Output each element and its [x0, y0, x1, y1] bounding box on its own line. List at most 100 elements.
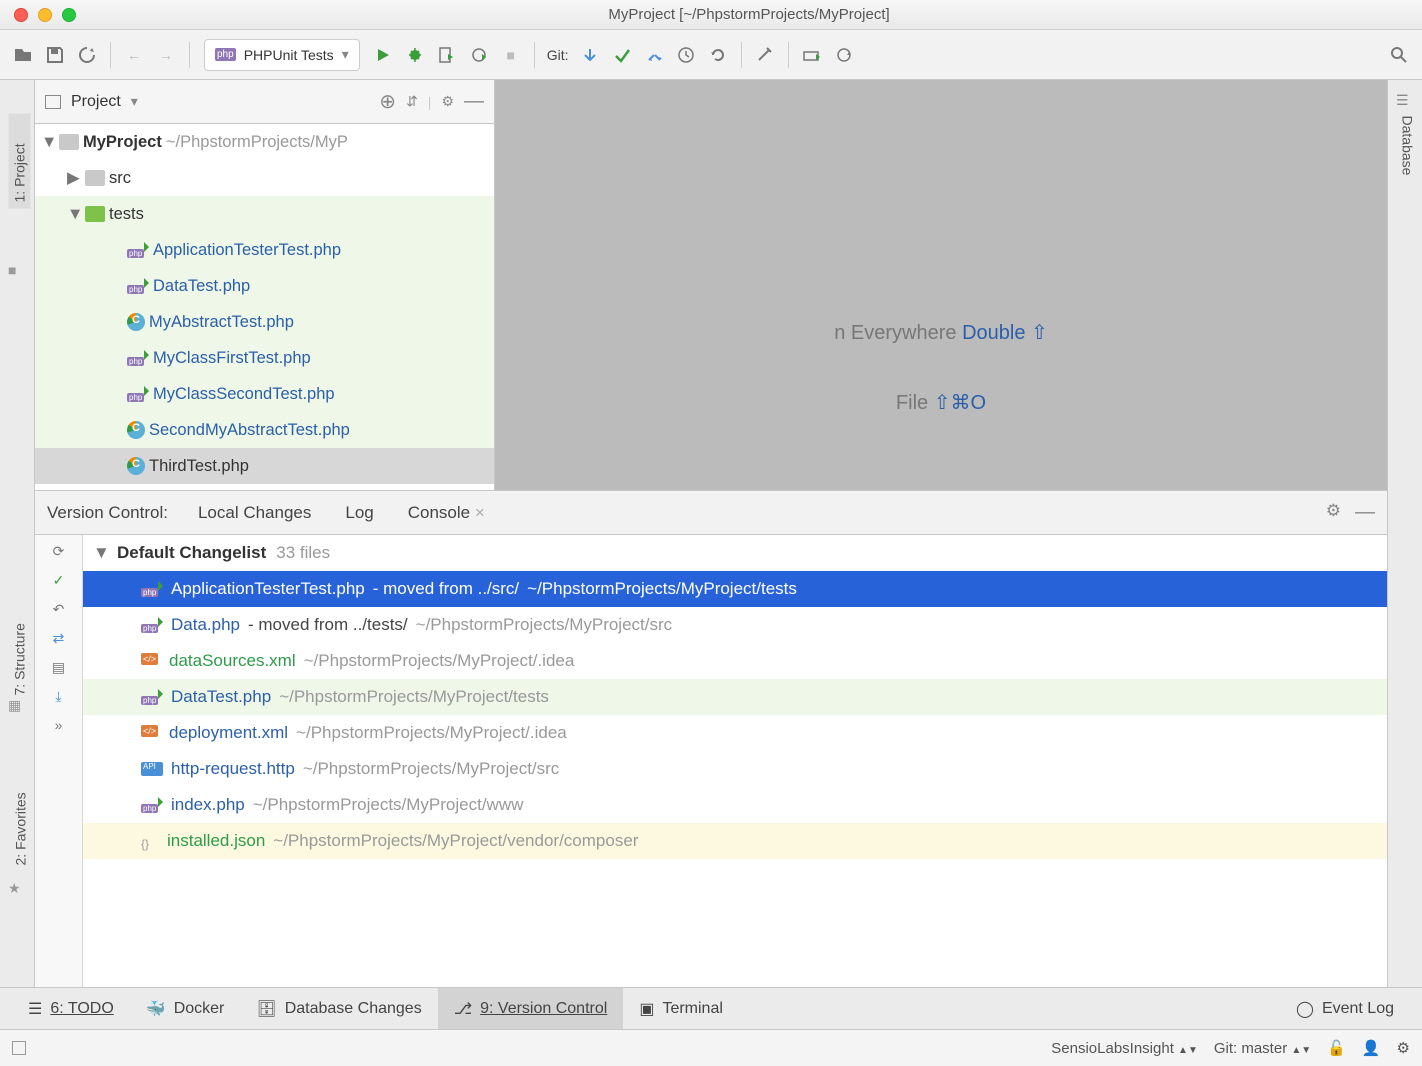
back-button[interactable]: ←	[119, 40, 149, 70]
tree-file[interactable]: MyClassFirstTest.php	[35, 340, 494, 376]
file-path: ~/PhpstormProjects/MyProject/.idea	[296, 723, 567, 743]
tab-local-changes[interactable]: Local Changes	[194, 495, 315, 531]
php-file-icon	[141, 689, 163, 705]
forward-button[interactable]: →	[151, 40, 181, 70]
folder-icon: ■	[8, 262, 16, 278]
php-file-icon	[141, 581, 163, 597]
class-icon	[127, 457, 145, 475]
maximize-window-button[interactable]	[62, 8, 76, 22]
reload-browser-button[interactable]	[829, 40, 859, 70]
gear-icon[interactable]: ⚙	[1326, 501, 1341, 524]
tab-event-log[interactable]: ◯Event Log	[1280, 988, 1410, 1029]
close-icon[interactable]: ×	[475, 503, 485, 522]
version-control-panel: Version Control: Local Changes Log Conso…	[35, 490, 1387, 987]
close-window-button[interactable]	[14, 8, 28, 22]
tree-file[interactable]: MyClassSecondTest.php	[35, 376, 494, 412]
changelist-icon[interactable]: ▤	[52, 659, 65, 676]
dropdown-icon[interactable]: ▾	[131, 93, 138, 110]
locate-button[interactable]: ⊕	[379, 89, 396, 114]
file-name: DataTest.php	[171, 687, 271, 707]
tree-root[interactable]: ▼ MyProject ~/PhpstormProjects/MyP	[35, 124, 494, 160]
tab-docker[interactable]: 🐳Docker	[130, 988, 241, 1029]
changelist-row[interactable]: Data.php - moved from ../tests/ ~/Phpsto…	[83, 607, 1387, 643]
tree-file[interactable]: ApplicationTesterTest.php	[35, 232, 494, 268]
profile-button[interactable]	[464, 40, 494, 70]
project-tool-tab[interactable]: 1: Project	[9, 114, 31, 209]
tree-file[interactable]: SecondMyAbstractTest.php	[35, 412, 494, 448]
structure-tool-tab[interactable]: 7: Structure	[12, 581, 28, 696]
tree-tests-folder[interactable]: ▼ tests	[35, 196, 494, 232]
file-path: ~/PhpstormProjects/MyProject/src	[416, 615, 673, 635]
compare-icon[interactable]: ⇄	[53, 630, 65, 647]
settings-icon[interactable]: ⚙	[1397, 1039, 1410, 1057]
more-icon[interactable]: »	[55, 717, 63, 733]
project-panel-title: Project	[71, 93, 121, 111]
debug-button[interactable]	[400, 40, 430, 70]
tree-file[interactable]: DataTest.php	[35, 268, 494, 304]
changelist-name: Default Changelist	[117, 543, 266, 563]
save-button[interactable]	[40, 40, 70, 70]
search-button[interactable]	[1384, 40, 1414, 70]
hide-panel-button[interactable]: —	[464, 90, 484, 113]
collapse-button[interactable]: ⇵	[406, 93, 418, 110]
tab-log[interactable]: Log	[341, 495, 377, 531]
tab-terminal[interactable]: ▣Terminal	[623, 988, 739, 1029]
git-label: Git:	[547, 47, 569, 63]
changelist-row[interactable]: installed.json ~/PhpstormProjects/MyProj…	[83, 823, 1387, 859]
git-revert-button[interactable]	[703, 40, 733, 70]
revert-icon[interactable]: ↶	[53, 601, 65, 618]
git-commit-button[interactable]	[607, 40, 637, 70]
git-history-button[interactable]	[671, 40, 701, 70]
git-compare-button[interactable]	[639, 40, 669, 70]
inspector-icon[interactable]: 👤	[1362, 1039, 1381, 1057]
changelist-row[interactable]: index.php ~/PhpstormProjects/MyProject/w…	[83, 787, 1387, 823]
settings-button[interactable]	[750, 40, 780, 70]
changelist-count: 33 files	[276, 543, 330, 563]
refresh-icon[interactable]: ⟳	[53, 543, 65, 560]
git-branch-widget[interactable]: Git: master ▲▼	[1214, 1040, 1311, 1057]
commit-icon[interactable]: ✓	[53, 572, 65, 589]
file-path: ~/PhpstormProjects/MyProject/www	[253, 795, 524, 815]
php-file-icon	[127, 386, 149, 402]
tab-todo[interactable]: ☰6: TODO	[12, 988, 130, 1029]
status-icon[interactable]	[12, 1041, 26, 1055]
run-button[interactable]	[368, 40, 398, 70]
hide-panel-button[interactable]: —	[1355, 501, 1375, 524]
run-configuration-selector[interactable]: php PHPUnit Tests ▾	[204, 39, 360, 71]
favorites-tool-tab[interactable]: 2: Favorites	[13, 761, 29, 866]
root-path: ~/PhpstormProjects/MyP	[166, 133, 348, 152]
tree-file-selected[interactable]: ThirdTest.php	[35, 448, 494, 484]
stop-button[interactable]: ■	[496, 40, 526, 70]
gear-icon[interactable]: ⚙	[441, 93, 454, 110]
tab-console[interactable]: Console ×	[404, 495, 489, 531]
changelist-row[interactable]: ApplicationTesterTest.php - moved from .…	[83, 571, 1387, 607]
changelist-row[interactable]: dataSources.xml ~/PhpstormProjects/MyPro…	[83, 643, 1387, 679]
changelist-row[interactable]: DataTest.php ~/PhpstormProjects/MyProjec…	[83, 679, 1387, 715]
database-tool-tab[interactable]: Database	[1400, 116, 1416, 221]
sync-button[interactable]	[72, 40, 102, 70]
changelist-row[interactable]: deployment.xml ~/PhpstormProjects/MyProj…	[83, 715, 1387, 751]
file-path: ~/PhpstormProjects/MyProject/tests	[527, 579, 797, 599]
minimize-window-button[interactable]	[38, 8, 52, 22]
shortcut-label: Double ⇧	[962, 322, 1048, 344]
open-button[interactable]	[8, 40, 38, 70]
class-icon	[127, 313, 145, 331]
changelist-row[interactable]: http-request.http ~/PhpstormProjects/MyP…	[83, 751, 1387, 787]
tree-file[interactable]: MyAbstractTest.php	[35, 304, 494, 340]
shelve-icon[interactable]: ⤓	[55, 688, 61, 705]
coverage-button[interactable]	[432, 40, 462, 70]
project-panel-header: Project ▾ ⊕ ⇵ | ⚙ —	[35, 80, 494, 124]
tab-db-changes[interactable]: 🗄Database Changes	[240, 988, 437, 1029]
changelist-header[interactable]: ▼ Default Changelist 33 files	[83, 535, 1387, 571]
deploy-button[interactable]	[797, 40, 827, 70]
tree-src-folder[interactable]: ▶ src	[35, 160, 494, 196]
changelist[interactable]: ▼ Default Changelist 33 files Applicatio…	[83, 535, 1387, 987]
git-update-button[interactable]	[575, 40, 605, 70]
lock-icon[interactable]: 🔓	[1327, 1039, 1346, 1057]
sensio-widget[interactable]: SensioLabsInsight ▲▼	[1051, 1040, 1198, 1057]
database-icon: ☰	[1396, 92, 1409, 109]
window-title: MyProject [~/PhpstormProjects/MyProject]	[76, 6, 1422, 23]
file-path: ~/PhpstormProjects/MyProject/tests	[279, 687, 549, 707]
star-icon: ★	[8, 880, 21, 897]
tab-version-control[interactable]: ⎇9: Version Control	[438, 988, 624, 1029]
